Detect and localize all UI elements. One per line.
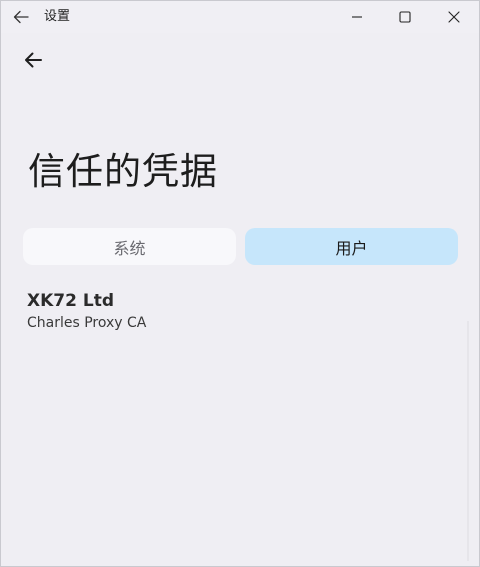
maximize-button[interactable] <box>382 1 428 33</box>
minimize-button[interactable] <box>334 1 380 33</box>
arrow-left-icon[interactable] <box>11 8 31 26</box>
scrollbar[interactable] <box>467 321 469 561</box>
close-icon <box>448 8 460 27</box>
back-button[interactable] <box>19 48 47 76</box>
credential-title: XK72 Ltd <box>27 291 114 311</box>
page-title: 信任的凭据 <box>28 150 218 193</box>
maximize-icon <box>399 8 411 27</box>
title-bar[interactable]: 设置 <box>1 1 479 33</box>
arrow-left-icon <box>23 51 43 73</box>
tab-label: 用户 <box>335 238 368 258</box>
close-button[interactable] <box>431 1 477 33</box>
window-title: 设置 <box>44 9 71 24</box>
list-item[interactable]: XK72 Ltd Charles Proxy CA <box>27 289 457 339</box>
credential-subtitle: Charles Proxy CA <box>27 315 147 331</box>
tab-label: 系统 <box>113 238 146 258</box>
minimize-icon <box>351 8 363 27</box>
settings-window: 设置 信任的凭据 系统 用户 XK72 Ltd Charles Proxy CA <box>0 0 480 567</box>
tab-system[interactable]: 系统 <box>23 228 236 265</box>
tab-user[interactable]: 用户 <box>245 228 458 265</box>
